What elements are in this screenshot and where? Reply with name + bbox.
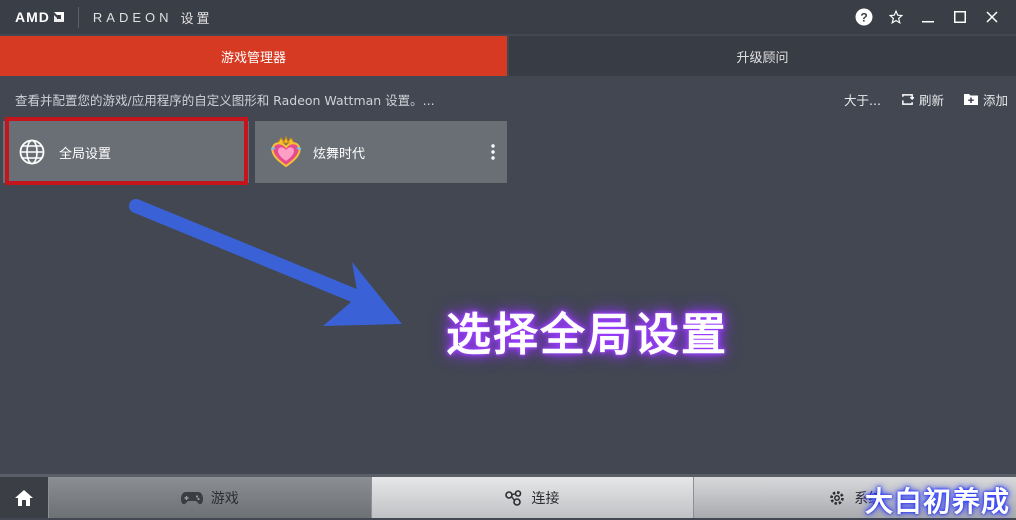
title-bar: AMD RADEON 设置 ? bbox=[0, 0, 1016, 34]
sort-label: 大于... bbox=[844, 92, 881, 108]
settings-title: 设置 bbox=[180, 10, 213, 26]
home-button[interactable] bbox=[0, 477, 48, 518]
add-folder-icon bbox=[963, 94, 978, 105]
tab-bar: 游戏管理器 升级顾问 bbox=[0, 36, 1016, 76]
tab-game-manager[interactable]: 游戏管理器 bbox=[0, 36, 507, 76]
radeon-logo-text: RADEON bbox=[77, 6, 181, 28]
pointer-arrow bbox=[129, 199, 402, 326]
nav-games[interactable]: 游戏 bbox=[47, 477, 371, 518]
game-card-label: 炫舞时代 bbox=[313, 146, 366, 162]
gamepad-icon bbox=[180, 491, 203, 504]
maximize-icon bbox=[954, 11, 966, 23]
star-icon bbox=[889, 10, 903, 24]
annotation-callout: 选择全局设置 bbox=[446, 308, 729, 361]
home-icon bbox=[14, 489, 33, 506]
add-button[interactable]: 添加 bbox=[963, 90, 1008, 109]
nav-connect[interactable]: 连接 bbox=[370, 477, 694, 518]
more-options-icon[interactable] bbox=[491, 143, 495, 161]
refresh-button[interactable]: 刷新 bbox=[901, 90, 944, 109]
add-label: 添加 bbox=[982, 92, 1008, 108]
amd-logo-text: AMD bbox=[15, 9, 50, 25]
sort-button[interactable]: 大于... bbox=[844, 90, 881, 109]
game-card-dance-era[interactable]: 炫舞时代 bbox=[255, 121, 507, 183]
gear-icon bbox=[830, 490, 844, 505]
refresh-label: 刷新 bbox=[918, 92, 944, 108]
page-description: 查看并配置您的游戏/应用程序的自定义图形和 Radeon Wattman 设置。… bbox=[15, 92, 435, 108]
maximize-button[interactable] bbox=[944, 0, 976, 34]
toolbar: 查看并配置您的游戏/应用程序的自定义图形和 Radeon Wattman 设置。… bbox=[0, 84, 1016, 114]
bottom-nav: 游戏 连接 系统 bbox=[0, 474, 1016, 518]
help-icon: ? bbox=[855, 8, 873, 26]
help-button[interactable]: ? bbox=[848, 0, 880, 34]
minimize-button[interactable] bbox=[912, 0, 944, 34]
minimize-icon bbox=[922, 21, 934, 23]
tab-upgrade-advisor[interactable]: 升级顾问 bbox=[509, 36, 1016, 76]
favorite-button[interactable] bbox=[880, 0, 912, 34]
app-logo: AMD RADEON 设置 bbox=[15, 6, 213, 28]
close-icon bbox=[986, 11, 998, 23]
svg-text:?: ? bbox=[860, 11, 867, 25]
connect-icon bbox=[505, 489, 522, 506]
nav-games-label: 游戏 bbox=[210, 490, 239, 507]
game-heart-crown-icon bbox=[270, 135, 302, 168]
watermark-text: 大白初养成 bbox=[864, 485, 1010, 518]
refresh-icon bbox=[902, 93, 914, 105]
amd-arrow-icon bbox=[53, 12, 64, 22]
highlight-box bbox=[5, 117, 248, 185]
nav-connect-label: 连接 bbox=[531, 490, 560, 507]
close-button[interactable] bbox=[976, 0, 1008, 34]
